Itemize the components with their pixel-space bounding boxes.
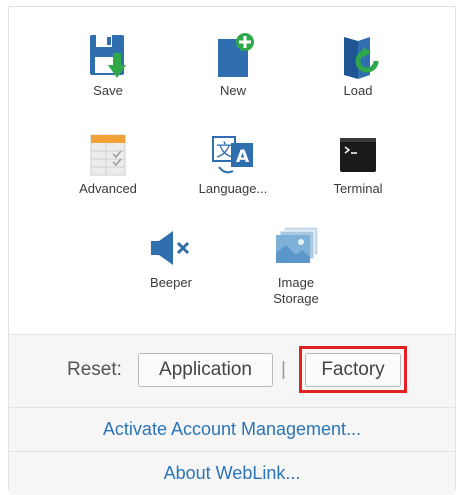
advanced-tile[interactable]: Advanced bbox=[58, 129, 158, 197]
save-tile[interactable]: Save bbox=[58, 31, 158, 99]
save-icon bbox=[90, 35, 126, 78]
advanced-label: Advanced bbox=[79, 181, 137, 196]
svg-text:文: 文 bbox=[216, 141, 233, 161]
beeper-label: Beeper bbox=[150, 275, 192, 290]
about-weblink-link[interactable]: About WebLink... bbox=[9, 452, 455, 495]
new-document-icon bbox=[218, 33, 254, 77]
load-folder-icon bbox=[344, 37, 379, 79]
reset-row: Reset: Application | Factory bbox=[9, 335, 455, 407]
settings-panel: Save New Load Advanced 文 A Language... T… bbox=[8, 6, 456, 495]
factory-highlight-box bbox=[299, 346, 407, 393]
terminal-label: Terminal bbox=[333, 181, 383, 196]
new-label: New bbox=[219, 83, 246, 98]
load-label: Load bbox=[343, 83, 373, 98]
image-storage-icon bbox=[276, 226, 319, 263]
save-label: Save bbox=[93, 83, 123, 98]
language-icon: 文 A bbox=[212, 136, 253, 174]
image-storage-tile[interactable]: Image Storage bbox=[246, 223, 346, 307]
terminal-icon bbox=[340, 138, 376, 172]
reset-application-button[interactable]: Application bbox=[138, 353, 273, 387]
terminal-tile[interactable]: Terminal bbox=[308, 129, 408, 197]
new-tile[interactable]: New bbox=[183, 31, 283, 99]
advanced-table-icon bbox=[90, 134, 126, 176]
activate-account-management-link[interactable]: Activate Account Management... bbox=[9, 408, 455, 451]
svg-text:A: A bbox=[236, 147, 250, 167]
load-tile[interactable]: Load bbox=[308, 31, 408, 99]
reset-label: Reset: bbox=[67, 359, 122, 380]
reset-separator: | bbox=[281, 359, 286, 380]
language-label: Language... bbox=[198, 181, 268, 196]
speaker-mute-icon bbox=[151, 231, 190, 265]
image-storage-label: Image Storage bbox=[273, 275, 319, 306]
beeper-tile[interactable]: Beeper bbox=[121, 223, 221, 291]
language-tile[interactable]: 文 A Language... bbox=[183, 129, 283, 197]
